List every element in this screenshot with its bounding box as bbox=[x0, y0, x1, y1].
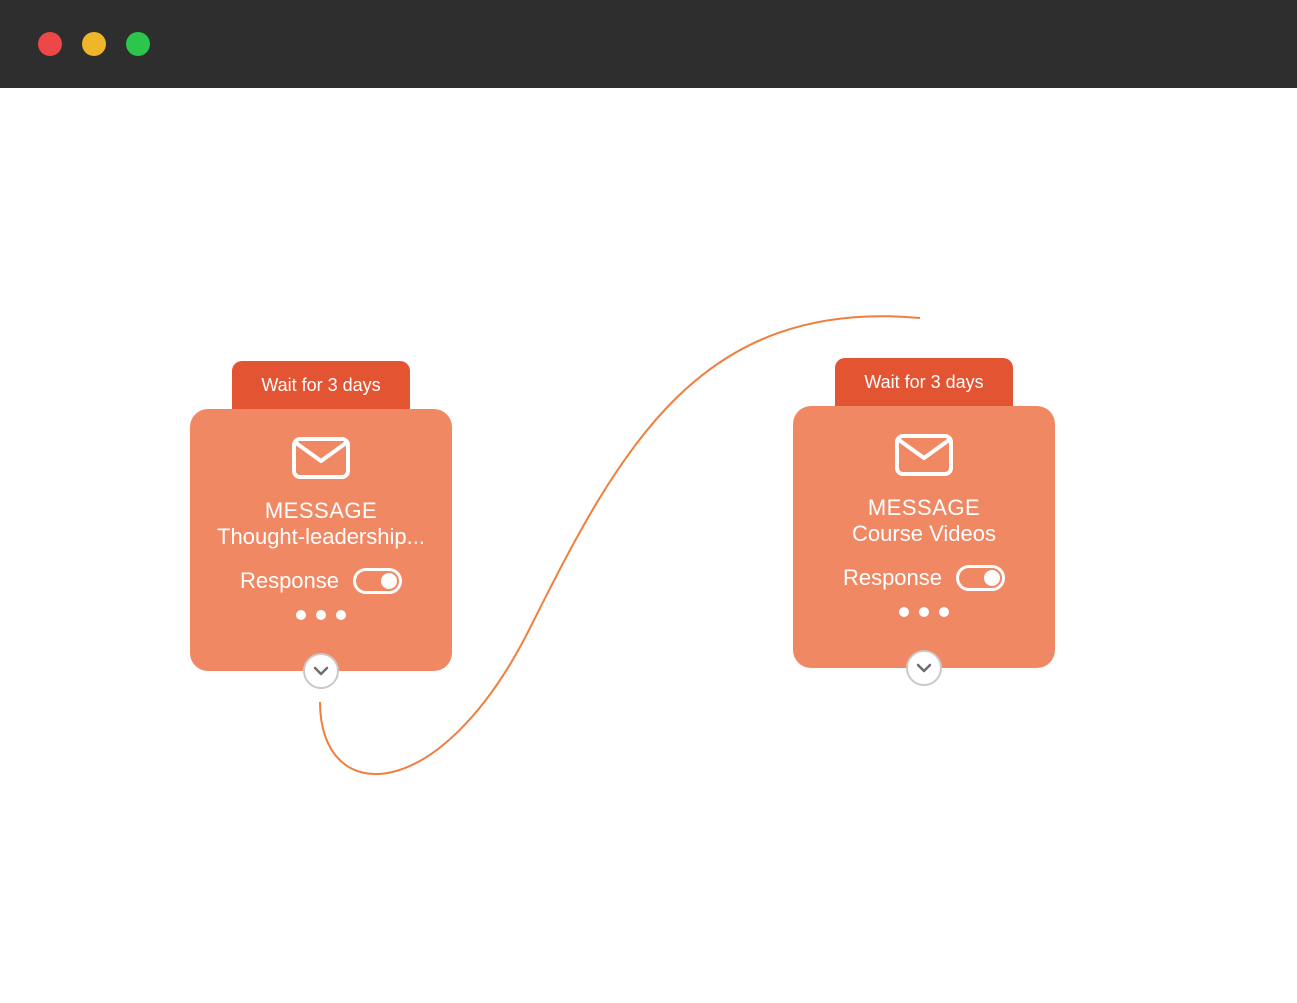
message-title: Course Videos bbox=[852, 521, 996, 547]
toggle-knob bbox=[381, 573, 397, 589]
response-toggle[interactable] bbox=[353, 568, 402, 594]
window-close-button[interactable] bbox=[38, 32, 62, 56]
response-row: Response bbox=[843, 565, 1005, 591]
wait-tab[interactable]: Wait for 3 days bbox=[835, 358, 1013, 406]
wait-label: Wait for 3 days bbox=[864, 372, 983, 393]
workflow-node[interactable]: Wait for 3 days MESSAGE Thought-leadersh… bbox=[190, 361, 452, 671]
more-options-button[interactable] bbox=[899, 607, 949, 617]
more-options-button[interactable] bbox=[296, 610, 346, 620]
message-card[interactable]: MESSAGE Course Videos Response bbox=[793, 406, 1055, 668]
window-minimize-button[interactable] bbox=[82, 32, 106, 56]
window-title-bar bbox=[0, 0, 1297, 88]
chevron-down-icon bbox=[916, 663, 932, 673]
wait-tab[interactable]: Wait for 3 days bbox=[232, 361, 410, 409]
expand-node-button[interactable] bbox=[906, 650, 942, 686]
dot-icon bbox=[919, 607, 929, 617]
window-zoom-button[interactable] bbox=[126, 32, 150, 56]
response-toggle[interactable] bbox=[956, 565, 1005, 591]
toggle-knob bbox=[984, 570, 1000, 586]
chevron-down-icon bbox=[313, 666, 329, 676]
response-label: Response bbox=[240, 568, 339, 594]
dot-icon bbox=[899, 607, 909, 617]
message-card[interactable]: MESSAGE Thought-leadership... Response bbox=[190, 409, 452, 671]
workflow-canvas[interactable]: Wait for 3 days MESSAGE Thought-leadersh… bbox=[0, 88, 1297, 1003]
workflow-node[interactable]: Wait for 3 days MESSAGE Course Videos Re… bbox=[793, 358, 1055, 668]
dot-icon bbox=[336, 610, 346, 620]
expand-node-button[interactable] bbox=[303, 653, 339, 689]
message-type-label: MESSAGE bbox=[868, 495, 980, 521]
message-title: Thought-leadership... bbox=[217, 524, 425, 550]
response-row: Response bbox=[240, 568, 402, 594]
dot-icon bbox=[939, 607, 949, 617]
dot-icon bbox=[296, 610, 306, 620]
response-label: Response bbox=[843, 565, 942, 591]
envelope-icon bbox=[292, 437, 350, 484]
envelope-icon bbox=[895, 434, 953, 481]
message-type-label: MESSAGE bbox=[265, 498, 377, 524]
dot-icon bbox=[316, 610, 326, 620]
wait-label: Wait for 3 days bbox=[261, 375, 380, 396]
